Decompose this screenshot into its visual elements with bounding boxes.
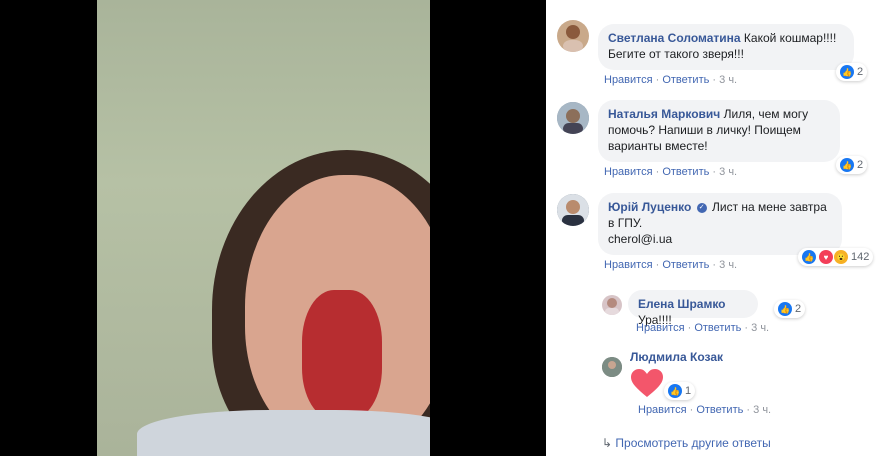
comment-time[interactable]: 3 ч.	[719, 259, 737, 271]
comment-author[interactable]: Наталья Маркович	[608, 107, 720, 121]
reply-link[interactable]: Ответить	[694, 322, 741, 334]
heart-sticker	[630, 368, 664, 401]
reply-time[interactable]: 3 ч.	[753, 404, 771, 416]
thumbs-up-icon: 👍	[840, 158, 854, 172]
avatar[interactable]	[557, 194, 589, 226]
thumbs-up-icon: 👍	[668, 384, 682, 398]
thumbs-up-icon: 👍	[802, 250, 816, 264]
like-link[interactable]: Нравится	[636, 322, 685, 334]
comment-bubble: Юрій Луценко ✓ Лист на мене завтра в ГПУ…	[598, 193, 842, 255]
reaction-count[interactable]: 👍 1	[664, 382, 696, 400]
like-link[interactable]: Нравится	[604, 74, 653, 86]
reply-author[interactable]: Людмила Козак	[630, 350, 723, 364]
reaction-count[interactable]: 👍 ♥ 😮 142	[798, 248, 874, 266]
view-more-replies[interactable]: ↳ Просмотреть другие ответы	[602, 436, 771, 450]
wow-icon: 😮	[834, 250, 848, 264]
reply-link[interactable]: Ответить	[662, 259, 709, 271]
avatar[interactable]	[602, 357, 622, 377]
post-photo-panel	[0, 0, 546, 456]
comment-author[interactable]: Светлана Соломатина	[608, 31, 741, 45]
reply-bubble: Елена Шрамко Ура!!!!	[628, 290, 758, 327]
reaction-count[interactable]: 👍 2	[836, 156, 868, 174]
comment-actions: Нравится · Ответить · 3 ч.	[604, 74, 738, 86]
comment-bubble: Наталья Маркович Лиля, чем могу помочь? …	[598, 100, 840, 162]
reply-link[interactable]: Ответить	[696, 404, 743, 416]
heart-icon	[631, 369, 663, 397]
comments-panel: Светлана Соломатина Какой кошмар!!!! Бег…	[546, 0, 895, 456]
avatar[interactable]	[557, 102, 589, 134]
avatar[interactable]	[557, 20, 589, 52]
heart-icon: ♥	[819, 250, 833, 264]
comment-author[interactable]: Юрій Луценко	[608, 200, 691, 214]
post-photo[interactable]	[97, 0, 430, 456]
photo-blood	[302, 290, 382, 420]
like-link[interactable]: Нравится	[604, 166, 653, 178]
avatar[interactable]	[602, 295, 622, 315]
comment-time[interactable]: 3 ч.	[719, 166, 737, 178]
reply-link[interactable]: Ответить	[662, 74, 709, 86]
comment-time[interactable]: 3 ч.	[719, 74, 737, 86]
reply-arrow-icon: ↳	[602, 436, 616, 450]
like-link[interactable]: Нравится	[638, 404, 687, 416]
verified-icon: ✓	[696, 202, 707, 213]
reply-author[interactable]: Елена Шрамко	[638, 297, 726, 311]
photo-shirt	[137, 410, 430, 456]
reply-link[interactable]: Ответить	[662, 166, 709, 178]
reaction-count[interactable]: 👍 2	[836, 63, 868, 81]
comment-actions: Нравится · Ответить · 3 ч.	[604, 166, 738, 178]
like-link[interactable]: Нравится	[604, 259, 653, 271]
thumbs-up-icon: 👍	[778, 302, 792, 316]
thumbs-up-icon: 👍	[840, 65, 854, 79]
reaction-count[interactable]: 👍 2	[774, 300, 806, 318]
comment-email[interactable]: cherol@i.ua	[608, 232, 672, 246]
reply-actions: Нравится · Ответить · 3 ч.	[638, 404, 772, 416]
reply-time[interactable]: 3 ч.	[751, 322, 769, 334]
comment-actions: Нравится · Ответить · 3 ч.	[604, 259, 738, 271]
comment-bubble: Светлана Соломатина Какой кошмар!!!! Бег…	[598, 24, 854, 70]
reply-actions: Нравится · Ответить · 3 ч.	[636, 322, 770, 334]
